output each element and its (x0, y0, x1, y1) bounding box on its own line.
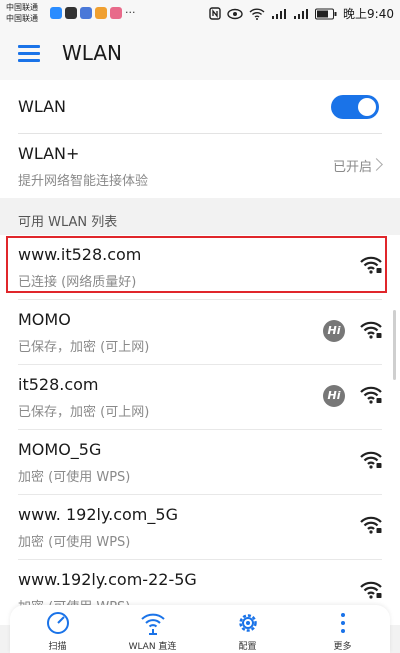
app-icon (80, 6, 92, 19)
network-ssid: www.it528.com (18, 245, 142, 264)
status-right: 晚上9:40 (209, 5, 394, 22)
notification-icons: ··· (50, 6, 136, 19)
wifi-locked-icon (359, 320, 383, 344)
network-status: 已保存，加密 (可上网) (18, 340, 150, 355)
nfc-icon (209, 7, 221, 20)
page-title: WLAN (62, 41, 123, 65)
scan-icon (46, 612, 69, 634)
wlan-toggle-label: WLAN (18, 97, 67, 116)
app-icon (110, 6, 122, 19)
app-bar: WLAN (0, 28, 400, 80)
network-list-item[interactable]: www.it528.com 已连接 (网络质量好) (0, 235, 400, 300)
eye-icon (227, 8, 243, 19)
hi-badge-icon[interactable]: Hi (323, 320, 345, 342)
wlan-direct-button[interactable]: WLAN 直连 (105, 605, 200, 653)
carrier-label-2: 中国联通 (6, 14, 38, 23)
network-list-heading: 可用 WLAN 列表 (18, 215, 118, 230)
network-status: 加密 (可使用 WPS) (18, 535, 131, 550)
more-label: 更多 (333, 642, 352, 652)
hamburger-icon[interactable] (18, 44, 42, 64)
more-icon (340, 613, 345, 633)
network-status: 已保存，加密 (可上网) (18, 405, 150, 420)
wlan-plus-title[interactable]: WLAN+ (18, 144, 79, 163)
network-list-item[interactable]: MOMO_5G 加密 (可使用 WPS) (0, 430, 400, 495)
wlan-plus-subtitle: 提升网络智能连接体验 (18, 174, 149, 189)
wlan-toggle-switch[interactable] (331, 95, 379, 119)
more-button[interactable]: 更多 (295, 605, 390, 653)
configure-button[interactable]: 配置 (200, 605, 295, 653)
bottom-action-bar: 扫描 WLAN 直连 配置 更多 (10, 605, 390, 653)
network-ssid: MOMO (18, 310, 71, 329)
clock: 晚上9:40 (343, 7, 394, 21)
carrier-label-1: 中国联通 (6, 3, 38, 12)
wlan-direct-icon (140, 613, 165, 635)
status-bar: 中国联通 中国联通 ··· 晚上9:40 (0, 0, 400, 28)
wifi-locked-icon (359, 515, 383, 539)
wlan-direct-label: WLAN 直连 (128, 642, 177, 652)
network-ssid: www. 192ly.com_5G (18, 505, 178, 524)
qq-icon (50, 6, 62, 19)
wlan-settings-card: WLAN WLAN+ 提升网络智能连接体验 已开启 (0, 80, 400, 198)
network-status: 已连接 (网络质量好) (18, 275, 137, 290)
hi-badge-icon[interactable]: Hi (323, 385, 345, 407)
more-notifications-icon: ··· (125, 6, 136, 19)
wechat-icon (65, 6, 77, 19)
network-list-item[interactable]: www. 192ly.com_5G 加密 (可使用 WPS) (0, 495, 400, 560)
wifi-locked-icon (359, 255, 383, 279)
scan-label: 扫描 (48, 642, 67, 652)
wifi-locked-icon (359, 450, 383, 474)
app-icon (95, 6, 107, 19)
network-list-item[interactable]: it528.com 已保存，加密 (可上网) Hi (0, 365, 400, 430)
wifi-locked-icon (359, 385, 383, 409)
signal-icon (294, 8, 309, 19)
battery-icon (315, 8, 337, 19)
network-ssid: it528.com (18, 375, 99, 394)
network-ssid: www.192ly.com-22-5G (18, 570, 197, 589)
configure-label: 配置 (238, 642, 257, 652)
network-list-item[interactable]: MOMO 已保存，加密 (可上网) Hi (0, 300, 400, 365)
network-status: 加密 (可使用 WPS) (18, 470, 131, 485)
scan-button[interactable]: 扫描 (10, 605, 105, 653)
wifi-status-icon (249, 7, 265, 20)
network-ssid: MOMO_5G (18, 440, 102, 459)
signal-icon (272, 8, 287, 19)
scrollbar[interactable] (393, 310, 396, 380)
wifi-locked-icon (359, 580, 383, 604)
settings-icon (238, 614, 257, 632)
chevron-right-icon (370, 158, 383, 171)
wlan-plus-status: 已开启 (332, 160, 372, 175)
